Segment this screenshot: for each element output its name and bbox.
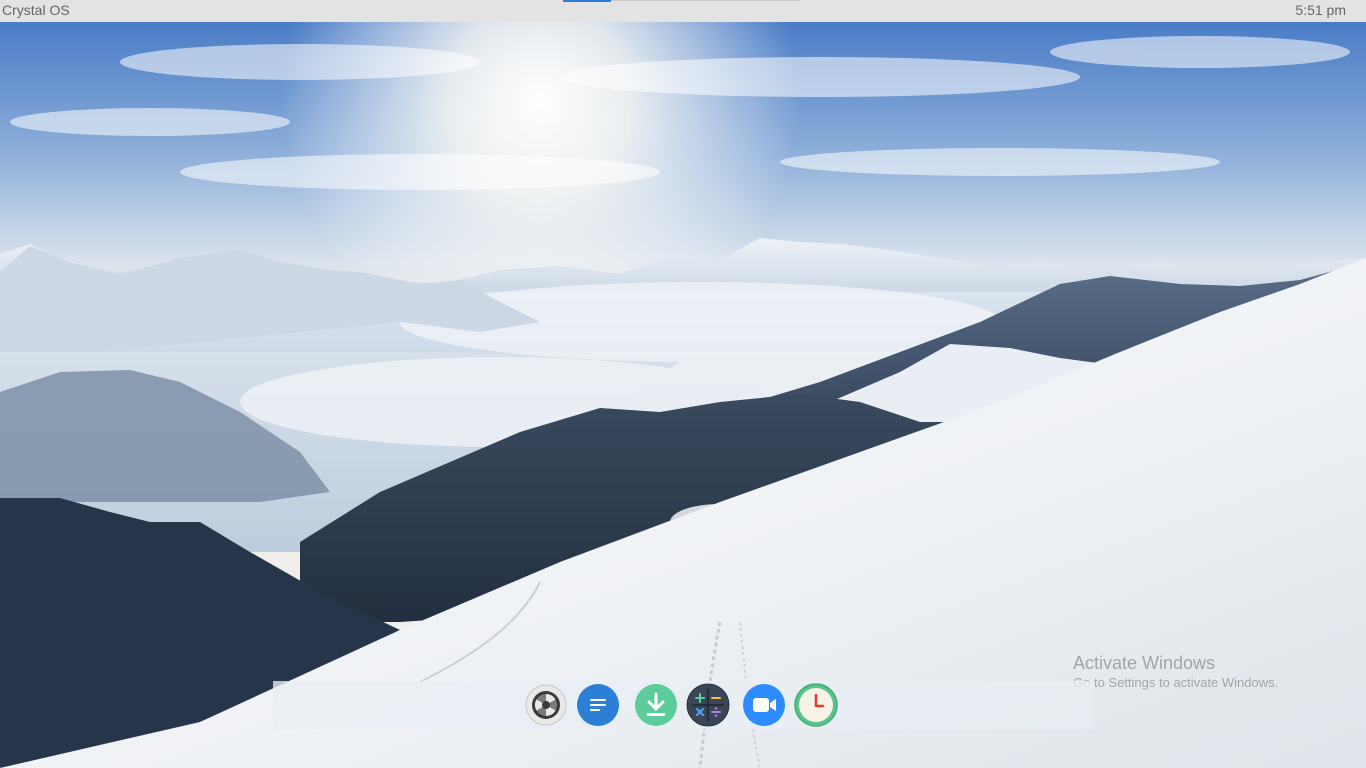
clock-icon — [794, 683, 838, 727]
text-editor-icon — [577, 684, 619, 726]
video-camera-icon — [743, 684, 785, 726]
clock[interactable]: 5:51 pm — [1295, 2, 1346, 19]
dock-clock-button[interactable] — [794, 683, 838, 727]
dock-text-editor-button[interactable] — [576, 683, 620, 727]
system-settings-icon — [525, 684, 567, 726]
watermark-subtitle: Go to Settings to activate Windows. — [1073, 675, 1279, 690]
desktop: Crystal OS 5:51 pm Activate Windows Go t… — [0, 0, 1366, 768]
workspace-indicator-active[interactable] — [563, 0, 611, 2]
watermark-title: Activate Windows — [1073, 653, 1216, 673]
download-icon — [635, 684, 677, 726]
dock — [273, 681, 1093, 729]
dock-video-call-button[interactable] — [742, 683, 786, 727]
dock-calculator-button[interactable] — [686, 683, 730, 727]
dock-system-settings-button[interactable] — [524, 683, 568, 727]
dock-download-button[interactable] — [634, 683, 678, 727]
calculator-icon — [686, 683, 730, 727]
os-name-label[interactable]: Crystal OS — [2, 2, 70, 19]
top-panel: Crystal OS 5:51 pm — [0, 0, 1366, 22]
workspace-indicator — [611, 0, 801, 1]
activation-watermark: Activate Windows Go to Settings to activ… — [1073, 652, 1278, 692]
